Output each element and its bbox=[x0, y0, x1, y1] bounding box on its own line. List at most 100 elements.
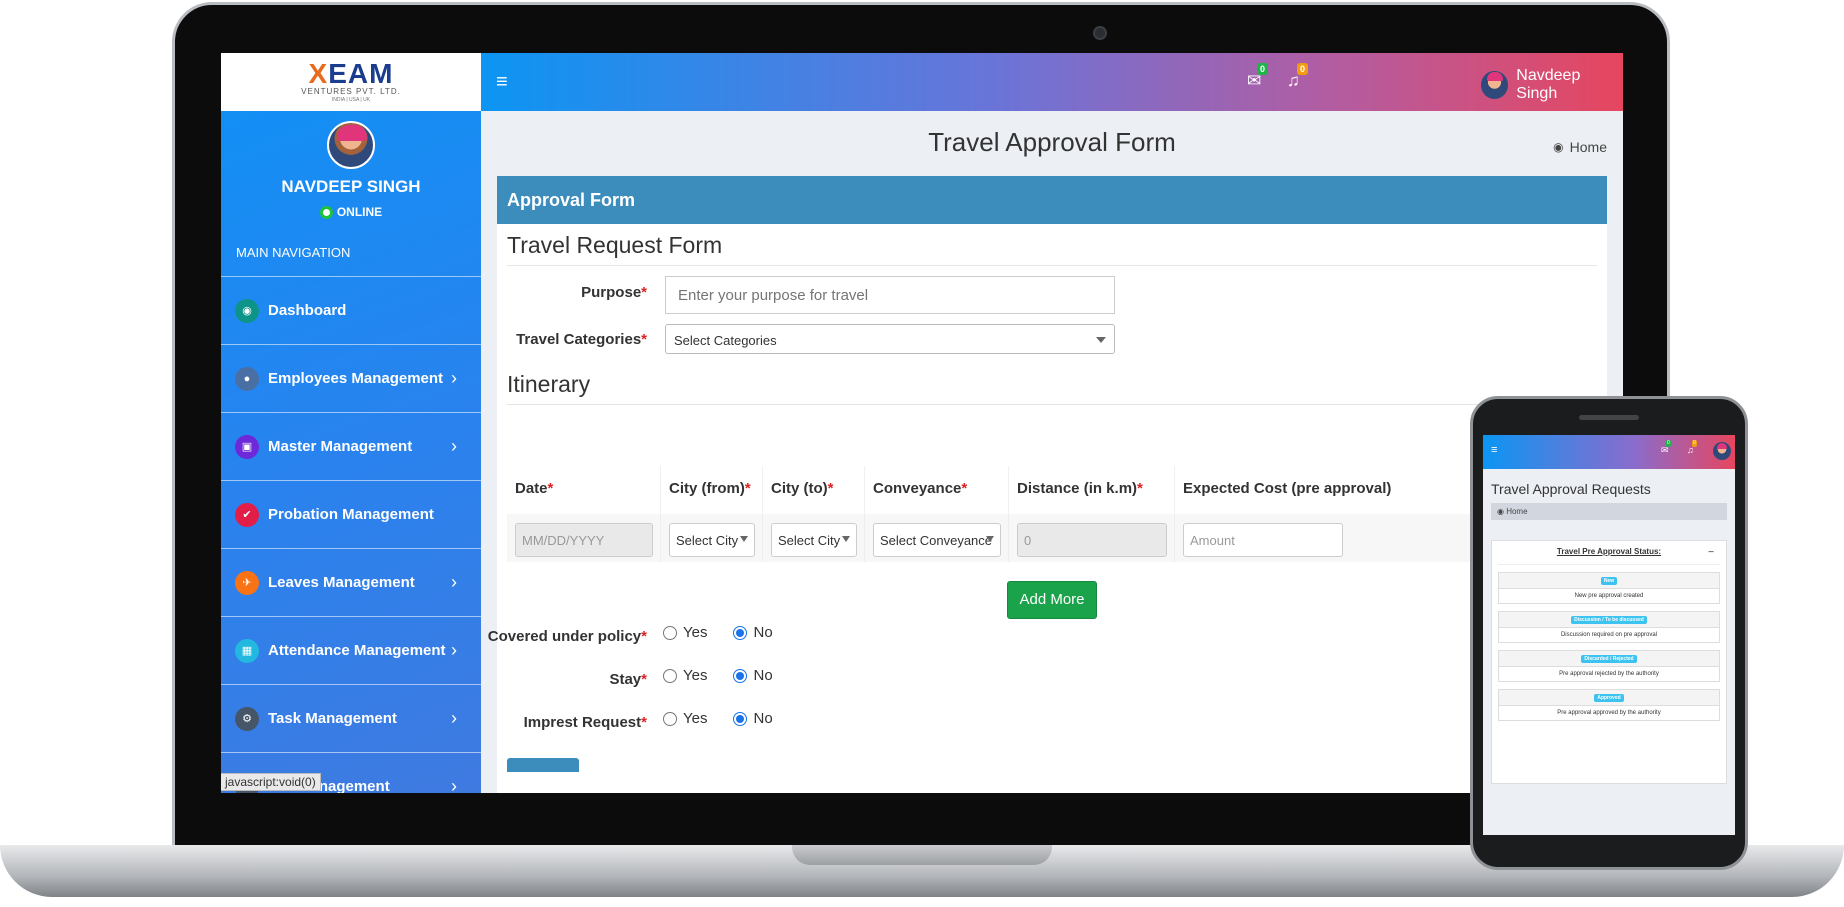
radio-yes[interactable] bbox=[663, 668, 677, 683]
user-menu-name: Navdeep Singh bbox=[1516, 67, 1581, 102]
distance-input[interactable]: 0 bbox=[1017, 523, 1167, 557]
radio-group: Yes No bbox=[663, 624, 773, 641]
menu-toggle-icon[interactable]: ≡ bbox=[496, 71, 508, 94]
status-item: Approved Pre approval approved by the aut… bbox=[1498, 689, 1720, 721]
date-input[interactable]: MM/DD/YYYY bbox=[515, 523, 653, 557]
avatar bbox=[327, 121, 375, 169]
purpose-label: Purpose* bbox=[447, 284, 647, 301]
nav-heading: MAIN NAVIGATION bbox=[221, 219, 481, 277]
menu-toggle-icon[interactable]: ≡ bbox=[1491, 444, 1497, 456]
avatar bbox=[1481, 71, 1509, 99]
radio-no[interactable] bbox=[733, 625, 748, 640]
sitemap-icon: ▣ bbox=[235, 434, 259, 459]
status-card: Travel Pre Approval Status: − New New pre … bbox=[1491, 540, 1727, 784]
column-header-text: City (to) bbox=[771, 480, 828, 497]
city-to-value: Select City bbox=[778, 533, 841, 548]
dashboard-icon: ◉ bbox=[1497, 507, 1507, 516]
sidebar-item-employees-management[interactable]: ● Employees Management › bbox=[221, 345, 481, 413]
mobile-breadcrumb[interactable]: ◉ Home bbox=[1491, 503, 1727, 520]
column-header-city-from: City (from)* bbox=[661, 466, 763, 514]
radio-no[interactable] bbox=[733, 711, 748, 726]
laptop-notch bbox=[792, 845, 1052, 865]
radio-no-label: No bbox=[753, 624, 773, 641]
card-title: Approval Form bbox=[497, 176, 1607, 224]
sidebar-item-master-management[interactable]: ▣ Master Management › bbox=[221, 413, 481, 481]
add-more-button[interactable]: Add More bbox=[1007, 581, 1097, 619]
plane-icon: ✈ bbox=[235, 570, 259, 595]
required-mark: * bbox=[641, 714, 647, 731]
chevron-right-icon: › bbox=[451, 368, 457, 388]
mail-icon[interactable]: ✉ 0 bbox=[1661, 440, 1671, 456]
column-header-date: Date* bbox=[507, 466, 661, 514]
logo-x-letter: X bbox=[308, 57, 329, 89]
status-item-text: Pre approval rejected by the authority bbox=[1559, 671, 1659, 677]
logo-rest: EAM bbox=[328, 57, 394, 89]
logo[interactable]: XEAM VENTURES PVT. LTD. INDIA | USA | UK bbox=[221, 53, 481, 111]
travel-categories-label: Travel Categories* bbox=[447, 331, 647, 348]
table-cell-city-to: Select City bbox=[763, 514, 865, 562]
collapse-icon[interactable]: − bbox=[1708, 547, 1714, 558]
user-panel: NAVDEEP SINGH ONLINE bbox=[221, 111, 481, 219]
status-card-title: Travel Pre Approval Status: − bbox=[1498, 547, 1720, 565]
sidebar-menu: ◉ Dashboard ● Employees Management › ▣ Master … bbox=[221, 277, 481, 753]
purpose-label-text: Purpose bbox=[581, 284, 642, 301]
radio-yes-label: Yes bbox=[683, 624, 708, 641]
conveyance-value: Select Conveyance bbox=[880, 533, 993, 548]
status-item-text: Pre approval approved by the authority bbox=[1557, 710, 1661, 716]
sidebar-item-attendance-management[interactable]: ▦ Attendance Management › bbox=[221, 617, 481, 685]
online-status: ONLINE bbox=[221, 205, 481, 219]
sidebar-item-label: Employees Management bbox=[268, 370, 444, 387]
avatar[interactable] bbox=[1713, 442, 1731, 460]
purpose-input[interactable] bbox=[665, 276, 1115, 314]
radio-yes[interactable] bbox=[663, 625, 677, 640]
breadcrumb[interactable]: ◉ Home bbox=[1553, 139, 1607, 155]
city-from-value: Select City bbox=[676, 533, 739, 548]
required-mark: * bbox=[1137, 480, 1143, 497]
status-badge: Approved bbox=[1594, 693, 1624, 702]
status-item-head: Discussion / To be discussed bbox=[1499, 612, 1719, 628]
calendar-icon: ▦ bbox=[235, 638, 259, 663]
mobile-navbar: ≡ ✉ 0 ♫ 0 bbox=[1483, 435, 1735, 469]
dashboard-icon: ◉ bbox=[235, 298, 259, 323]
column-header-text: Conveyance bbox=[873, 480, 962, 497]
chevron-down-icon bbox=[842, 536, 850, 542]
column-header-conveyance: Conveyance* bbox=[865, 466, 1009, 514]
status-item: Discarded / Rejected Pre approval rejecte… bbox=[1498, 650, 1720, 682]
breadcrumb-home[interactable]: Home bbox=[1570, 139, 1607, 155]
sidebar-item-task-management[interactable]: ⚙ Task Management › bbox=[221, 685, 481, 753]
main-content: Travel Approval Form ◉ Home Approval For… bbox=[481, 111, 1623, 793]
table-cell-distance: 0 bbox=[1009, 514, 1175, 562]
status-item-head: Approved bbox=[1499, 690, 1719, 706]
travel-categories-select[interactable]: Select Categories bbox=[665, 324, 1115, 354]
required-mark: * bbox=[827, 480, 834, 497]
amount-input[interactable]: Amount bbox=[1183, 523, 1343, 557]
required-mark: * bbox=[961, 480, 968, 497]
mail-icon[interactable]: ✉ 0 bbox=[1247, 63, 1269, 91]
required-mark: * bbox=[641, 284, 647, 301]
city-to-select[interactable]: Select City bbox=[771, 523, 857, 557]
table-cell-date: MM/DD/YYYY bbox=[507, 514, 661, 562]
radio-yes[interactable] bbox=[663, 711, 677, 726]
sidebar-item-dashboard[interactable]: ◉ Dashboard bbox=[221, 277, 481, 345]
camera-icon bbox=[1093, 26, 1107, 40]
radio-yes-label: Yes bbox=[683, 667, 708, 684]
radio-no[interactable] bbox=[733, 668, 748, 683]
sidebar-item-label: Probation Management bbox=[268, 506, 434, 523]
bell-icon[interactable]: ♫ 0 bbox=[1287, 63, 1309, 91]
section-travel-request: Travel Request Form bbox=[507, 232, 1597, 266]
city-from-select[interactable]: Select City bbox=[669, 523, 755, 557]
sidebar-item-probation-management[interactable]: ✔ Probation Management bbox=[221, 481, 481, 549]
sidebar-item-leaves-management[interactable]: ✈ Leaves Management › bbox=[221, 549, 481, 617]
column-header-distance: Distance (in k.m)* bbox=[1009, 466, 1175, 514]
logo-regions: INDIA | USA | UK bbox=[331, 96, 371, 103]
status-item: New New pre approval created bbox=[1498, 572, 1720, 604]
user-name: NAVDEEP SINGH bbox=[281, 177, 421, 196]
product-showcase: XEAM VENTURES PVT. LTD. INDIA | USA | UK… bbox=[0, 0, 1844, 907]
column-header-city-to: City (to)* bbox=[763, 466, 865, 514]
user-menu[interactable]: Navdeep Singh bbox=[1481, 67, 1623, 103]
bell-icon[interactable]: ♫ 0 bbox=[1687, 440, 1697, 455]
conveyance-select[interactable]: Select Conveyance bbox=[873, 523, 1001, 557]
page-title: Travel Approval Form bbox=[928, 127, 1176, 157]
submit-button[interactable] bbox=[507, 758, 579, 772]
check-square-icon: ✔ bbox=[235, 502, 259, 527]
